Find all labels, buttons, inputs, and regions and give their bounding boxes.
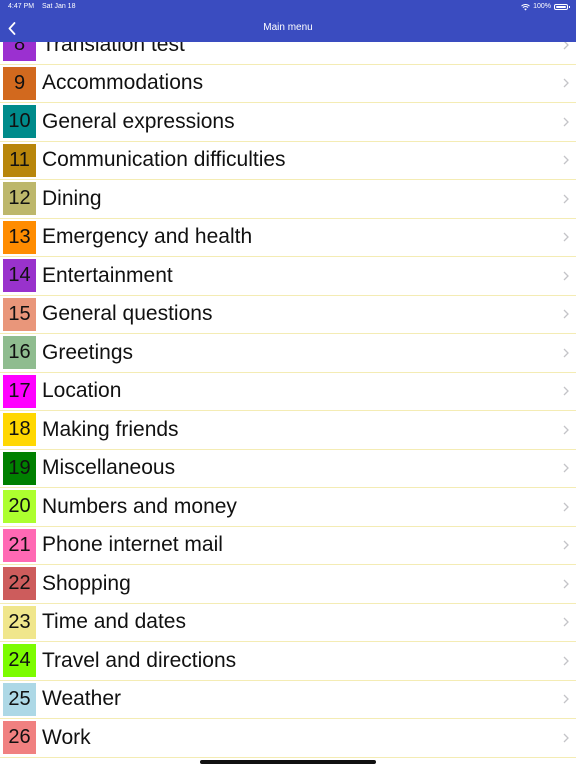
list-item[interactable]: 21 Phone internet mail [0,527,576,565]
chevron-right-icon [563,271,569,281]
status-right: 100% [521,0,570,14]
chevron-right-icon [563,425,569,435]
item-number-badge: 26 [3,721,36,755]
chevron-right-icon [563,386,569,396]
status-date: Sat Jan 18 [42,3,76,10]
chevron-right-icon [563,617,569,627]
item-label: Travel and directions [42,648,237,672]
item-label: Weather [42,687,121,711]
item-number-badge: 12 [3,182,36,216]
list-item[interactable]: 26 Work [0,719,576,758]
list-item[interactable]: 15 General questions [0,296,576,334]
chevron-right-icon [563,502,569,512]
list-item[interactable]: 22 Shopping [0,565,576,604]
chevron-right-icon [563,463,569,473]
item-number-badge: 19 [3,451,36,485]
item-number-badge: 15 [3,297,36,331]
list-item[interactable]: 9 Accommodations [0,65,576,103]
item-label: General expressions [42,109,235,133]
list-item[interactable]: 13 Emergency and health [0,219,576,257]
item-number-badge: 10 [3,105,36,139]
chevron-right-icon [563,579,569,589]
chevron-right-icon [563,694,569,704]
item-label: Time and dates [42,610,186,634]
chevron-right-icon [563,155,569,165]
item-label: Making friends [42,417,179,441]
item-label: Accommodations [42,71,204,95]
status-bar: 4:47 PM Sat Jan 18 100% [0,0,576,14]
item-number-badge: 22 [3,567,36,601]
item-number-badge: 24 [3,644,36,678]
item-label: Phone internet mail [42,533,223,557]
chevron-right-icon [563,656,569,666]
navigation-bar: 4:47 PM Sat Jan 18 100% Main menu [0,0,576,42]
item-label: Emergency and health [42,225,253,249]
list-item[interactable]: 18 Making friends [0,411,576,450]
item-label: Miscellaneous [42,456,176,480]
item-label: Entertainment [42,263,173,287]
item-label: Communication difficulties [42,148,286,172]
list-item[interactable]: 23 Time and dates [0,604,576,642]
item-number-badge: 14 [3,259,36,293]
item-label: Location [42,379,122,403]
chevron-right-icon [563,78,569,88]
item-label: Numbers and money [42,494,237,518]
item-number-badge: 16 [3,336,36,370]
status-time: 4:47 PM [8,3,35,10]
item-label: Work [42,725,91,749]
page-title: Main menu [263,22,313,33]
item-number-badge: 11 [3,143,36,177]
item-number-badge: 9 [3,66,36,100]
item-number-badge: 25 [3,682,36,716]
item-label: General questions [42,302,213,326]
item-label: Dining [42,186,102,210]
battery-percent: 100% [533,3,551,10]
list-item[interactable]: 12 Dining [0,180,576,219]
list-item[interactable]: 25 Weather [0,681,576,719]
item-label: Shopping [42,571,131,595]
chevron-right-icon [563,117,569,127]
chevron-right-icon [563,348,569,358]
screen: 8 Translation test 9 Accommodations 10 Genera… [0,0,576,768]
list-item[interactable]: 10 General expressions [0,103,576,142]
item-label: Greetings [42,340,134,364]
chevron-right-icon [563,194,569,204]
list-item[interactable]: 16 Greetings [0,334,576,373]
wifi-icon [521,3,530,10]
chevron-right-icon [563,540,569,550]
battery-icon [554,4,570,10]
list-item[interactable]: 19 Miscellaneous [0,450,576,488]
chevron-right-icon [563,232,569,242]
list-item[interactable]: 20 Numbers and money [0,488,576,527]
item-number-badge: 18 [3,413,36,447]
chevron-right-icon [563,733,569,743]
list-item[interactable]: 17 Location [0,373,576,411]
chevron-right-icon [563,309,569,319]
list-item[interactable]: 11 Communication difficulties [0,142,576,180]
item-number-badge: 20 [3,490,36,524]
item-number-badge: 23 [3,605,36,639]
menu-list: 8 Translation test 9 Accommodations 10 Genera… [0,26,576,758]
list-item[interactable]: 24 Travel and directions [0,642,576,681]
item-number-badge: 13 [3,220,36,254]
item-number-badge: 17 [3,374,36,408]
home-indicator[interactable] [200,760,376,764]
list-item[interactable]: 14 Entertainment [0,257,576,296]
item-number-badge: 21 [3,528,36,562]
